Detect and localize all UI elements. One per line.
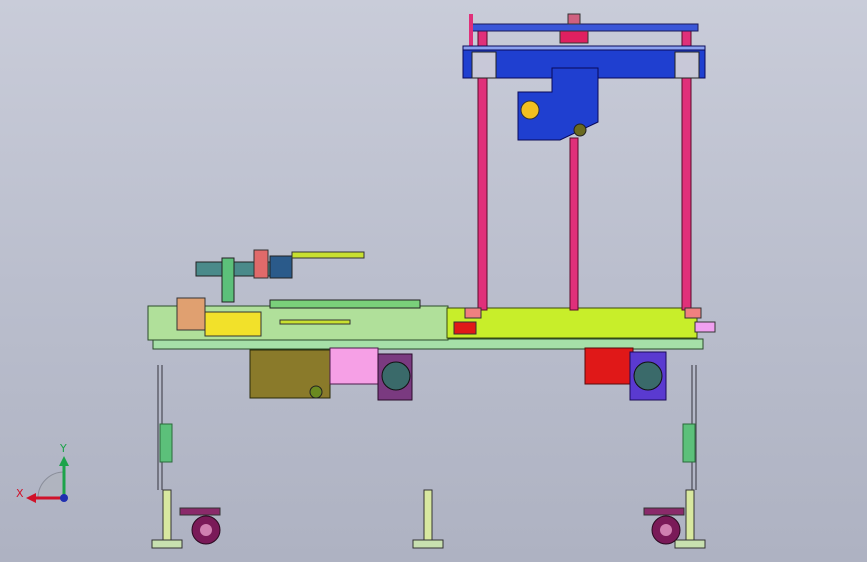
view-triad: Y X xyxy=(16,442,69,503)
leveling-foot-center xyxy=(412,489,444,549)
caster-left xyxy=(179,507,221,545)
column-left-foot xyxy=(464,307,482,319)
motor-purple-wheel xyxy=(381,361,411,391)
motor-olive-wheel xyxy=(309,385,323,399)
lower-rod xyxy=(279,319,351,325)
cad-viewport[interactable]: Y X xyxy=(0,0,867,562)
motor-blue-wheel xyxy=(633,361,663,391)
orange-block xyxy=(176,297,206,331)
caster-right xyxy=(643,507,685,545)
table-right-block xyxy=(694,321,716,333)
leveling-foot-left xyxy=(151,489,183,549)
column-right-foot xyxy=(684,307,702,319)
triad-x-label: X xyxy=(16,487,24,500)
table-left-block xyxy=(453,321,477,335)
work-table xyxy=(446,307,698,339)
carriage-gear xyxy=(520,100,540,120)
slide-red-block xyxy=(253,249,269,279)
triad-y-label: Y xyxy=(59,442,67,455)
middle-rail xyxy=(269,299,421,309)
slide-blue-block xyxy=(269,255,293,279)
left-leg-bracket xyxy=(159,423,173,463)
yellow-bracket xyxy=(204,311,262,337)
carriage-pulley xyxy=(573,123,587,137)
slide-pink-rod xyxy=(291,251,365,259)
gantry-bearing-right xyxy=(674,51,700,79)
top-pink-block xyxy=(559,30,589,44)
gantry-bearing-left xyxy=(471,51,497,79)
right-leg-bracket xyxy=(682,423,696,463)
column-center xyxy=(569,137,579,311)
gantry-rail xyxy=(462,45,706,51)
motor-red xyxy=(584,347,634,385)
leveling-foot-right xyxy=(674,489,706,549)
motor-pink xyxy=(329,347,379,385)
slide-green-bracket xyxy=(221,257,235,303)
top-cap-plate xyxy=(471,23,699,32)
top-cylinder xyxy=(567,13,581,25)
